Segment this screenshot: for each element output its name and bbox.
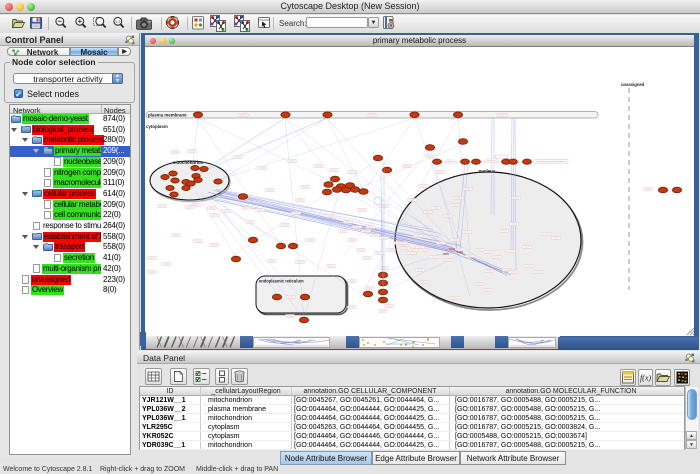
svg-text:unassigned: unassigned bbox=[621, 82, 645, 87]
svg-text:cytoplasm: cytoplasm bbox=[146, 124, 168, 129]
svg-text:1:1: 1:1 bbox=[115, 20, 120, 24]
svg-text:mitochondrion: mitochondrion bbox=[173, 160, 204, 165]
svg-text:plasma membrane: plasma membrane bbox=[148, 113, 187, 118]
svg-text:f(x): f(x) bbox=[640, 374, 651, 383]
svg-text:nucleus: nucleus bbox=[479, 169, 496, 174]
